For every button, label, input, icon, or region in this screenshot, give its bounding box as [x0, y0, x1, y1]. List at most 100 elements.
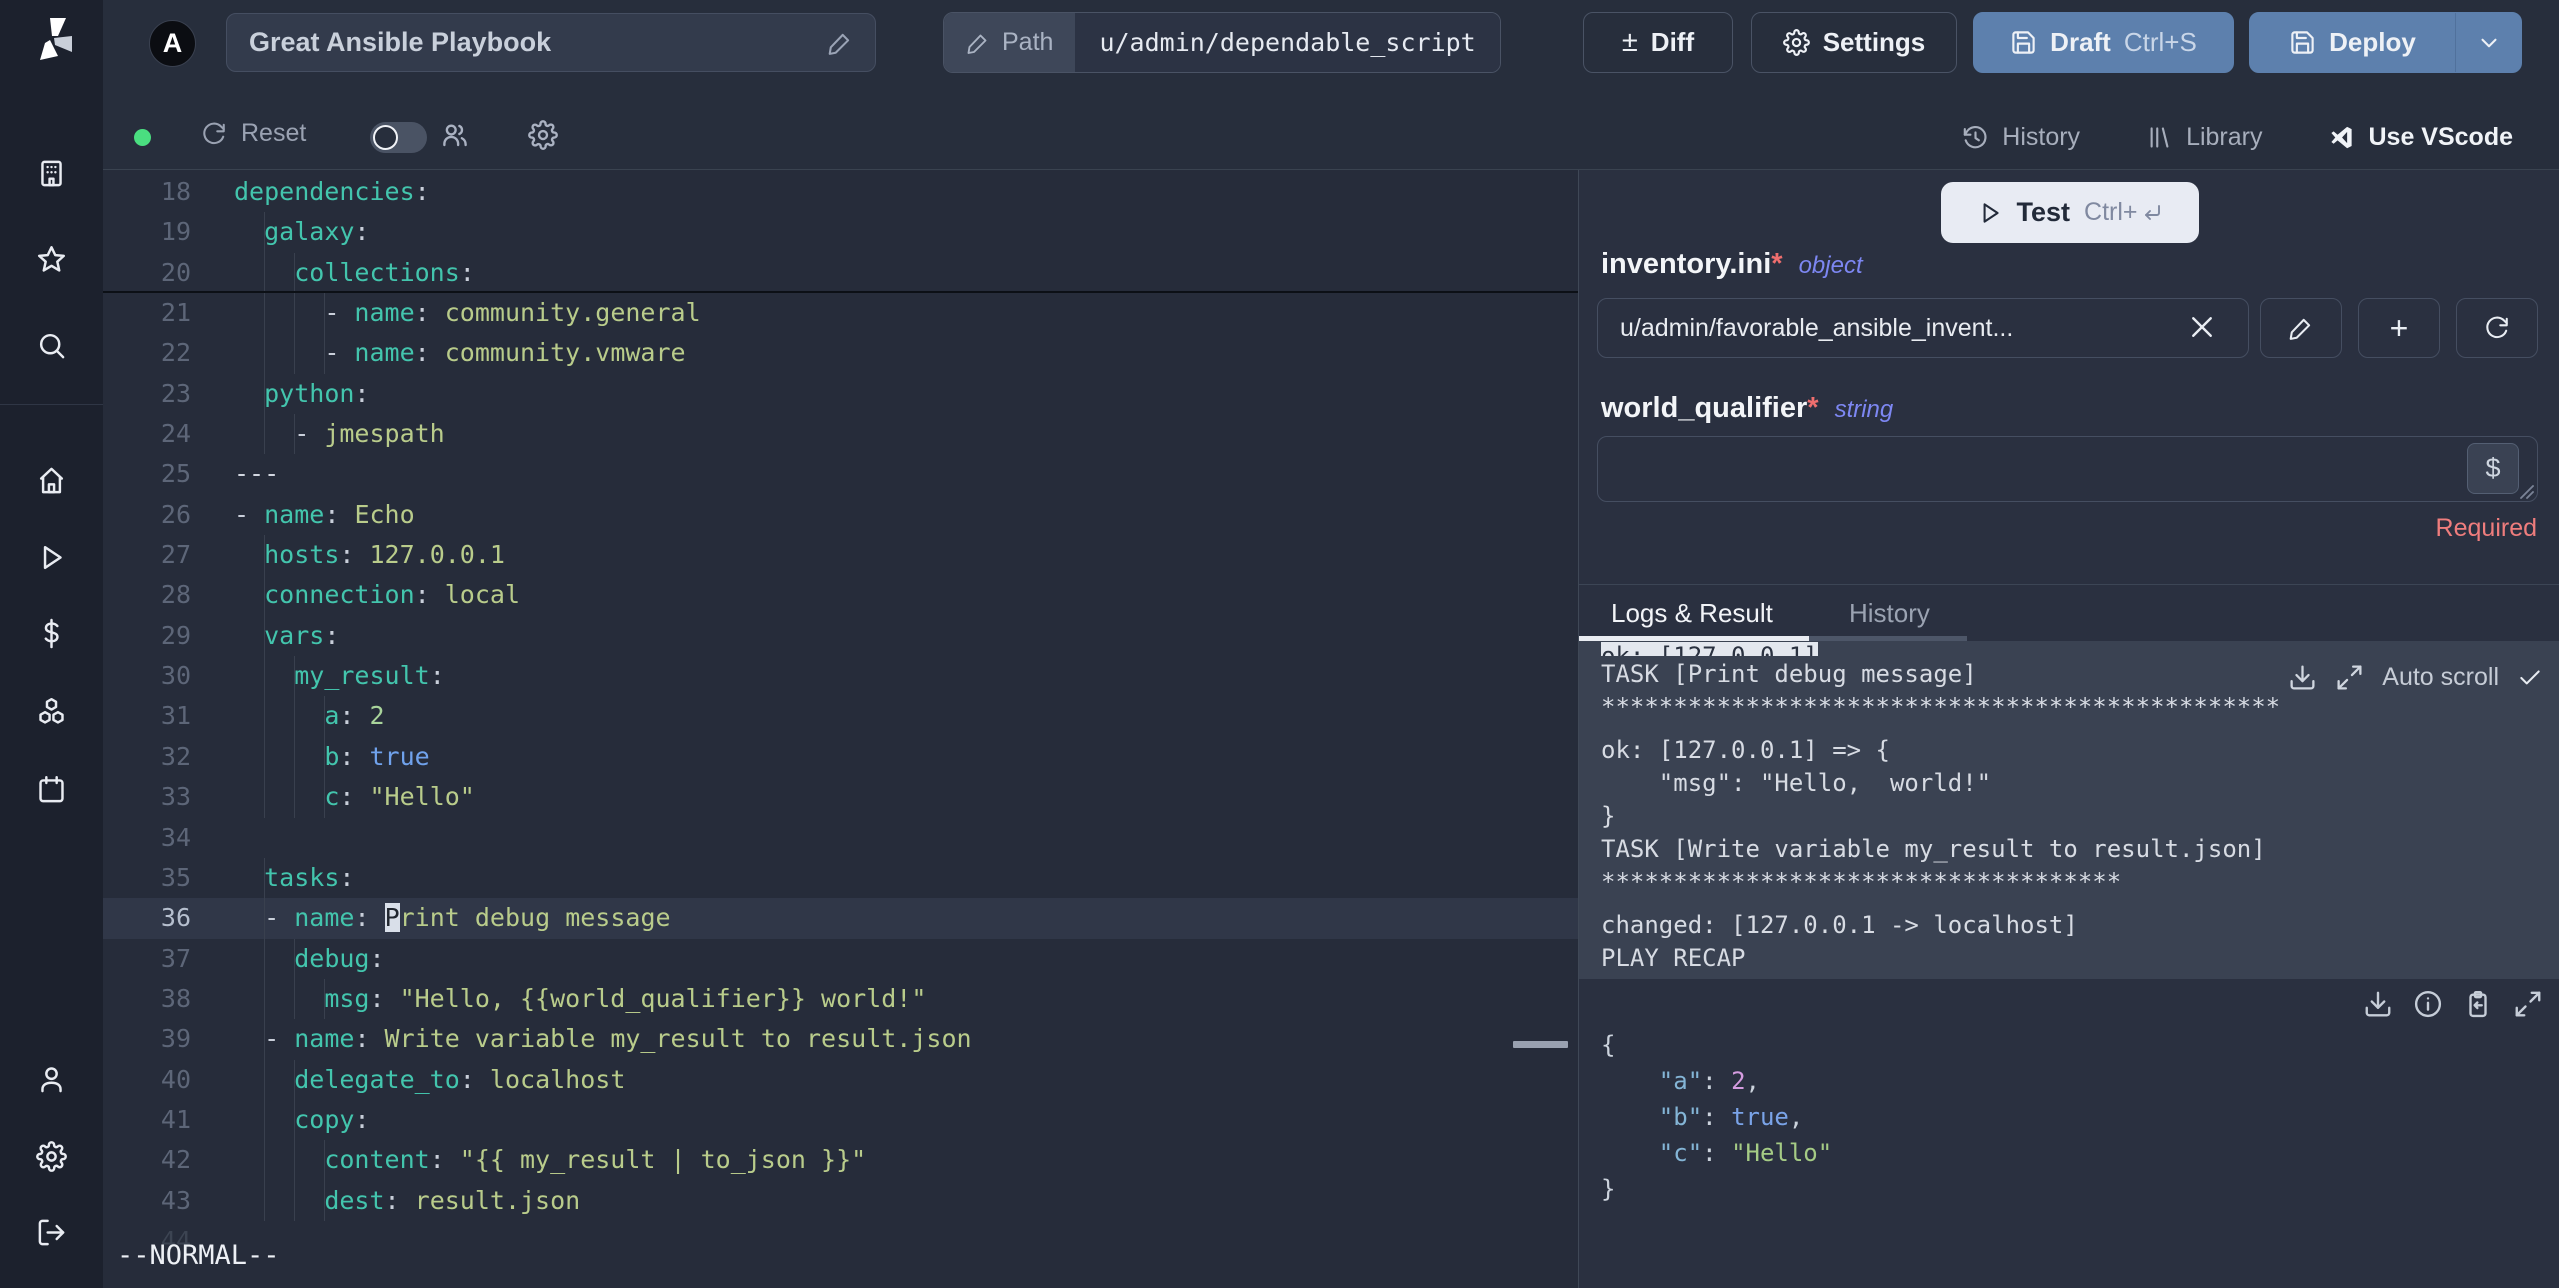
variables-dollar-icon[interactable]	[36, 618, 67, 649]
tab-logs-result[interactable]: Logs & Result	[1611, 598, 1773, 629]
code-line-33[interactable]: 33 c: "Hello"	[103, 777, 1578, 818]
code-line-28[interactable]: 28 connection: local	[103, 575, 1578, 616]
diff-label: Diff	[1650, 27, 1695, 57]
runs-play-icon[interactable]	[36, 542, 67, 573]
deploy-dropdown-toggle[interactable]	[2455, 13, 2521, 72]
status-dot	[134, 129, 151, 146]
home-icon[interactable]	[36, 465, 67, 496]
resources-cubes-icon[interactable]	[36, 696, 67, 727]
dollar-icon: $	[2485, 453, 2501, 483]
code-line-40[interactable]: 40 delegate_to: localhost	[103, 1059, 1578, 1100]
info-icon[interactable]	[2413, 989, 2443, 1019]
resize-grip-icon[interactable]	[2517, 482, 2535, 500]
arg-inventory-label-row: inventory.ini* object	[1601, 248, 1863, 281]
code-line-39[interactable]: 39 - name: Write variable my_result to r…	[103, 1019, 1578, 1060]
code-line-34[interactable]: 34	[103, 818, 1578, 858]
code-line-44[interactable]: 44	[103, 1221, 1578, 1261]
path-field[interactable]: Path u/admin/dependable_script	[943, 12, 1501, 73]
chevron-down-icon	[2480, 38, 2497, 47]
diff-button[interactable]: ± Diff	[1583, 12, 1733, 73]
collaborators-icon[interactable]	[440, 120, 470, 150]
test-button[interactable]: Test Ctrl+	[1941, 182, 2199, 243]
deploy-label: Deploy	[2329, 27, 2416, 57]
variable-picker-button[interactable]: $	[2467, 443, 2519, 494]
editor-toolbar: Reset History Library Use VScode	[103, 105, 2559, 170]
arg-name: inventory.ini*	[1601, 248, 1783, 280]
search-icon[interactable]	[36, 330, 67, 361]
top-header: A Great Ansible Playbook Path u/admin/de…	[103, 0, 2559, 105]
code-line-23[interactable]: 23 python:	[103, 373, 1578, 415]
code-line-18[interactable]: 18 dependencies:	[103, 172, 1578, 212]
ansible-logo-letter: A	[162, 28, 183, 58]
settings-gear-icon[interactable]	[36, 1141, 67, 1172]
world-qualifier-input[interactable]	[1597, 436, 2538, 502]
refresh-icon	[203, 122, 225, 144]
plus-minus-icon: ±	[1621, 26, 1638, 58]
code-line-38[interactable]: 38 msg: "Hello, {{world_qualifier}} worl…	[103, 978, 1578, 1020]
code-line-20[interactable]: 20 collections:	[103, 252, 1578, 294]
save-icon	[2291, 31, 2314, 54]
code-line-42[interactable]: 42 content: "{{ my_result | to_json }}"	[103, 1140, 1578, 1181]
add-resource-button[interactable]: +	[2358, 298, 2440, 358]
vim-mode-indicator: --NORMAL--	[117, 1240, 280, 1271]
reset-label: Reset	[241, 119, 307, 147]
code-editor[interactable]: 18 dependencies: 19 galaxy: 20 collections:…	[103, 170, 1578, 1288]
history-button[interactable]: History	[1962, 123, 2080, 152]
library-icon	[2150, 127, 2169, 148]
log-output-panel[interactable]: ok: [127.0.0.1] TASK [Print debug messag…	[1579, 641, 2559, 979]
code-lines: 18 dependencies: 19 galaxy: 20 collections:…	[103, 172, 1578, 1261]
save-icon	[2012, 31, 2035, 54]
code-line-30[interactable]: 30 my_result:	[103, 656, 1578, 697]
refresh-resource-button[interactable]	[2456, 298, 2538, 358]
download-result-icon[interactable]	[2363, 989, 2393, 1019]
tab-history[interactable]: History	[1849, 598, 1930, 629]
code-line-27[interactable]: 27 hosts: 127.0.0.1	[103, 535, 1578, 576]
user-account-icon[interactable]	[36, 1064, 67, 1095]
download-log-icon[interactable]	[2288, 663, 2317, 692]
code-line-19[interactable]: 19 galaxy:	[103, 212, 1578, 253]
settings-label: Settings	[1822, 27, 1926, 57]
logout-icon[interactable]	[36, 1217, 67, 1248]
code-line-35[interactable]: 35 tasks:	[103, 857, 1578, 899]
pencil-icon	[2289, 318, 2311, 340]
code-line-29[interactable]: 29 vars:	[103, 615, 1578, 657]
expand-result-icon[interactable]	[2513, 989, 2543, 1019]
code-line-22[interactable]: 22 - name: community.vmware	[103, 333, 1578, 374]
use-vscode-button[interactable]: Use VScode	[2328, 123, 2513, 152]
windmill-logo-icon[interactable]	[28, 14, 76, 62]
code-line-31[interactable]: 31 a: 2	[103, 696, 1578, 737]
schedules-calendar-icon[interactable]	[36, 774, 67, 805]
code-line-24[interactable]: 24 - jmespath	[103, 414, 1578, 455]
editor-settings-gear-icon[interactable]	[528, 120, 558, 150]
inventory-resource-input[interactable]	[1597, 298, 2249, 358]
deploy-button[interactable]: Deploy	[2249, 12, 2522, 73]
workspace-icon[interactable]	[36, 158, 67, 189]
history-label: History	[2002, 123, 2081, 151]
reset-button[interactable]: Reset	[201, 119, 306, 148]
code-line-26[interactable]: 26- name: Echo	[103, 495, 1578, 535]
code-line-21[interactable]: 21 - name: community.general	[103, 293, 1578, 334]
edit-title-pencil-icon[interactable]	[827, 30, 853, 56]
library-button[interactable]: Library	[2146, 123, 2262, 152]
expand-log-icon[interactable]	[2335, 663, 2364, 692]
auto-scroll-label: Auto scroll	[2382, 663, 2499, 691]
settings-button[interactable]: Settings	[1751, 12, 1957, 73]
gear-icon	[1782, 29, 1810, 56]
diff-mode-toggle[interactable]	[370, 122, 427, 153]
path-label: Path	[1002, 28, 1054, 56]
code-line-41[interactable]: 41 copy:	[103, 1099, 1578, 1141]
draft-button[interactable]: Draft Ctrl+S	[1973, 12, 2234, 73]
script-title-field[interactable]: Great Ansible Playbook	[226, 13, 876, 72]
copy-result-icon[interactable]	[2463, 989, 2493, 1019]
code-line-32[interactable]: 32 b: true	[103, 736, 1578, 778]
code-line-36[interactable]: 36 - name: Print debug message	[103, 898, 1578, 939]
edit-resource-button[interactable]	[2260, 298, 2342, 358]
clear-resource-icon[interactable]	[2187, 312, 2217, 342]
result-panel: { "a": 2, "b": true, "c": "Hello"}	[1579, 979, 2559, 1288]
code-line-37[interactable]: 37 debug:	[103, 938, 1578, 979]
code-line-25[interactable]: 25 ---	[103, 454, 1578, 494]
auto-scroll-check-icon[interactable]	[2517, 665, 2543, 691]
draft-shortcut: Ctrl+S	[2123, 27, 2197, 57]
favorites-star-icon[interactable]	[36, 244, 67, 275]
code-line-43[interactable]: 43 dest: result.json	[103, 1180, 1578, 1221]
